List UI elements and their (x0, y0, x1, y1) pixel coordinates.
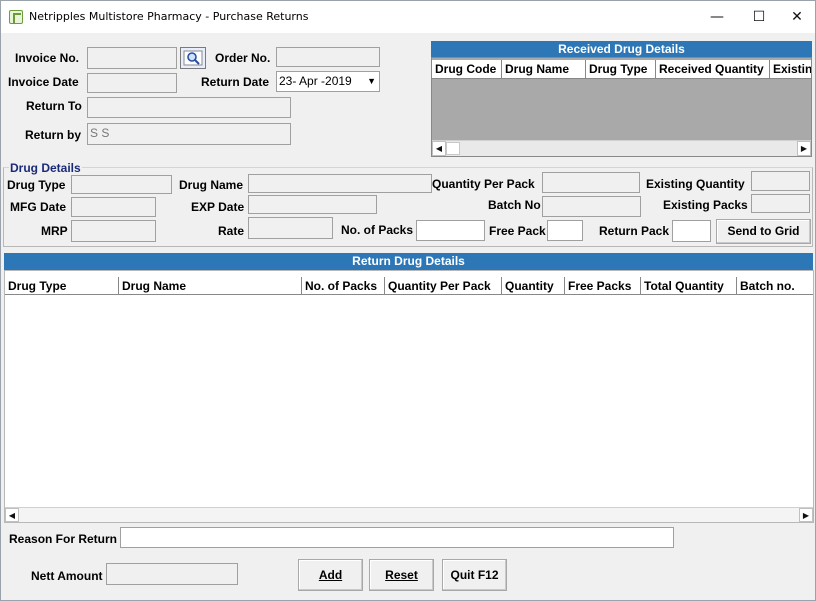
batch-no-input[interactable] (542, 196, 641, 217)
return-col-free-packs[interactable]: Free Packs (565, 277, 641, 294)
return-col-total-quantity[interactable]: Total Quantity (641, 277, 737, 294)
reset-button[interactable]: Reset (369, 559, 434, 591)
nett-amount-field (106, 563, 238, 585)
order-no-input[interactable] (276, 47, 380, 67)
return-to-input[interactable] (87, 97, 291, 118)
return-col-batch-no[interactable]: Batch no. (737, 277, 813, 294)
return-by-input[interactable]: S S (87, 123, 291, 145)
scroll-right-icon[interactable]: ▶ (799, 508, 813, 522)
reason-for-return-label: Reason For Return (9, 532, 118, 546)
existing-qty-input[interactable] (751, 171, 810, 191)
existing-packs-input[interactable] (751, 194, 810, 213)
dropdown-arrow-icon[interactable]: ▼ (367, 72, 376, 91)
received-grid-header: Drug Code Drug Name Drug Type Received Q… (432, 60, 811, 79)
received-grid-hscrollbar[interactable]: ◀ ▶ (432, 140, 811, 156)
mrp-label: MRP (41, 224, 68, 238)
mfg-date-label: MFG Date (10, 200, 67, 214)
return-col-no-of-packs[interactable]: No. of Packs (302, 277, 385, 294)
scroll-left-icon[interactable]: ◀ (5, 508, 19, 522)
return-col-drug-name[interactable]: Drug Name (119, 277, 302, 294)
invoice-no-label: Invoice No. (15, 51, 80, 65)
scroll-right-icon[interactable]: ▶ (797, 141, 811, 156)
scroll-thumb[interactable] (446, 142, 460, 155)
close-button[interactable]: ✕ (775, 1, 816, 33)
invoice-search-button[interactable] (180, 47, 206, 69)
return-col-qty-per-pack[interactable]: Quantity Per Pack (385, 277, 502, 294)
nett-amount-label: Nett Amount (31, 569, 103, 583)
drug-name-input[interactable] (248, 174, 432, 193)
invoice-date-label: Invoice Date (8, 75, 79, 89)
received-drug-grid[interactable]: Drug Code Drug Name Drug Type Received Q… (431, 57, 812, 157)
received-col-drug-code[interactable]: Drug Code (432, 60, 502, 78)
drug-type-label: Drug Type (7, 178, 66, 192)
received-col-drug-type[interactable]: Drug Type (586, 60, 656, 78)
mfg-date-input[interactable] (71, 197, 156, 217)
no-of-packs-input[interactable] (416, 220, 485, 241)
exp-date-label: EXP Date (191, 200, 245, 214)
rate-input[interactable] (248, 217, 333, 239)
return-drug-grid[interactable]: Drug Type Drug Name No. of Packs Quantit… (4, 270, 814, 523)
app-logo-icon (9, 10, 23, 24)
received-grid-title: Received Drug Details (431, 41, 812, 57)
minimize-button[interactable]: — (695, 1, 739, 33)
exp-date-input[interactable] (248, 195, 377, 214)
existing-packs-label: Existing Packs (663, 198, 748, 212)
batch-no-label: Batch No (488, 198, 541, 212)
return-col-quantity[interactable]: Quantity (502, 277, 565, 294)
return-grid-title: Return Drug Details (4, 253, 813, 270)
received-col-received-quantity[interactable]: Received Quantity (656, 60, 770, 78)
scroll-left-icon[interactable]: ◀ (432, 141, 446, 156)
qty-per-pack-label: Quantity Per Pack (432, 177, 535, 191)
drug-details-group-label: Drug Details (9, 161, 82, 175)
no-of-packs-label: No. of Packs (341, 223, 414, 237)
return-by-label: Return by (25, 128, 82, 142)
return-grid-header: Drug Type Drug Name No. of Packs Quantit… (5, 277, 813, 295)
mrp-input[interactable] (71, 220, 156, 242)
free-pack-label: Free Pack (489, 224, 546, 238)
return-date-label: Return Date (201, 75, 270, 89)
existing-qty-label: Existing Quantity (646, 177, 745, 191)
return-date-picker[interactable]: 23- Apr -2019 ▼ (276, 71, 380, 92)
title-bar[interactable]: Netripples Multistore Pharmacy - Purchas… (1, 1, 815, 33)
rate-label: Rate (218, 224, 245, 238)
window-title: Netripples Multistore Pharmacy - Purchas… (29, 10, 309, 23)
order-no-label: Order No. (215, 51, 271, 65)
drug-type-input[interactable] (71, 175, 172, 194)
purchase-returns-window: Netripples Multistore Pharmacy - Purchas… (0, 0, 816, 601)
return-grid-hscrollbar[interactable]: ◀ ▶ (5, 507, 813, 522)
quit-button[interactable]: Quit F12 (442, 559, 507, 591)
received-col-drug-name[interactable]: Drug Name (502, 60, 586, 78)
magnifier-icon (183, 50, 203, 66)
received-col-existing[interactable]: Existin (770, 60, 811, 78)
return-col-drug-type[interactable]: Drug Type (5, 277, 119, 294)
return-pack-label: Return Pack (599, 224, 670, 238)
return-date-value: 23- Apr -2019 (279, 74, 352, 88)
invoice-no-input[interactable] (87, 47, 177, 69)
return-to-label: Return To (26, 99, 82, 113)
drug-name-label: Drug Name (179, 178, 244, 192)
reason-for-return-input[interactable] (120, 527, 674, 548)
send-to-grid-button[interactable]: Send to Grid (716, 219, 811, 244)
invoice-date-input[interactable] (87, 73, 177, 93)
free-pack-input[interactable] (547, 220, 583, 241)
return-pack-input[interactable] (672, 220, 711, 242)
add-button[interactable]: Add (298, 559, 363, 591)
qty-per-pack-input[interactable] (542, 172, 640, 193)
